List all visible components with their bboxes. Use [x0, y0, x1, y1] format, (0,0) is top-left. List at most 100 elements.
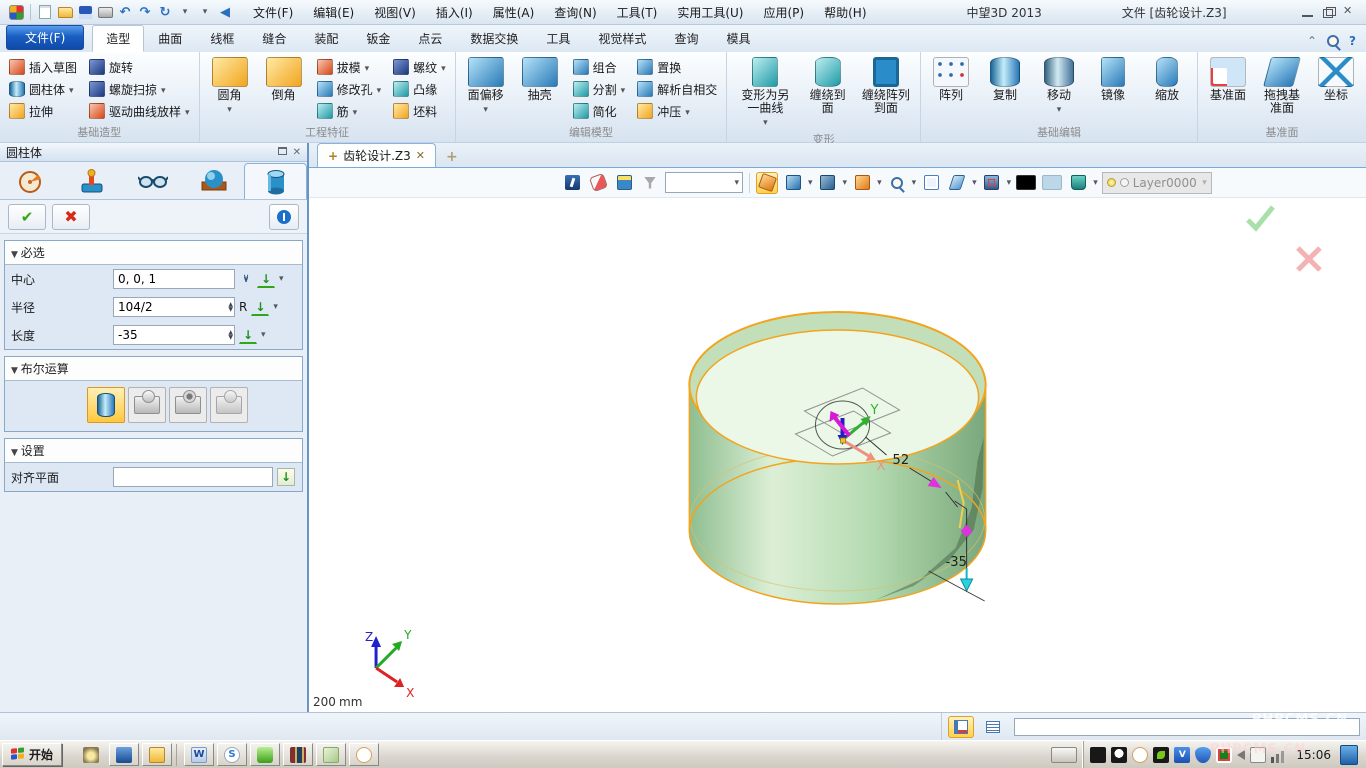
mirror-button[interactable]: 镜像 — [1090, 55, 1136, 123]
tray-qq-icon[interactable] — [1111, 747, 1127, 763]
tab-wireframe[interactable]: 线框 — [196, 25, 248, 52]
move-button[interactable]: 移动 — [1036, 55, 1082, 123]
tab-close-icon[interactable]: ✕ — [416, 149, 425, 162]
move-dropdown[interactable] — [1057, 102, 1062, 115]
length-pick-icon[interactable] — [239, 326, 257, 344]
prompt-panel-button[interactable] — [948, 716, 974, 738]
bool-add-button[interactable] — [128, 387, 166, 423]
bool-intersect-button[interactable] — [210, 387, 248, 423]
archive-task-button[interactable] — [283, 743, 313, 766]
menu-view[interactable]: 视图(V) — [364, 1, 426, 24]
tray-ime-icon[interactable] — [1216, 747, 1232, 763]
modify-hole-dropdown[interactable] — [377, 82, 382, 96]
morph-to-curve-button[interactable]: 变形为另一曲线 — [734, 55, 796, 130]
divide-dropdown[interactable] — [621, 82, 626, 96]
tab-surface[interactable]: 曲面 — [144, 25, 196, 52]
chamfer-button[interactable]: 倒角 — [261, 55, 307, 123]
close-button[interactable] — [1343, 7, 1356, 18]
layer-manager-button[interactable] — [1067, 172, 1089, 194]
view-standard-dropdown[interactable]: ▾ — [808, 178, 813, 188]
morph-dropdown[interactable] — [763, 115, 768, 128]
command-input[interactable] — [1014, 718, 1360, 736]
insert-sketch-button[interactable]: 插入草图 — [7, 59, 79, 76]
menu-inquire[interactable]: 查询(N) — [544, 1, 606, 24]
wrap-to-face-button[interactable]: 缠绕到面 — [805, 55, 851, 130]
spiral-sweep-dropdown[interactable] — [161, 82, 166, 96]
loft-dropdown[interactable] — [185, 104, 190, 118]
rib-button[interactable]: 筋 — [315, 103, 384, 120]
exit-button[interactable] — [561, 172, 583, 194]
highlight-color-button[interactable] — [1041, 172, 1063, 194]
tab-tools[interactable]: 工具 — [532, 25, 584, 52]
collapse-ribbon-icon[interactable]: ⌃ — [1307, 34, 1317, 48]
download-task-button[interactable] — [250, 743, 280, 766]
filter-button[interactable] — [639, 172, 661, 194]
rib-dropdown[interactable] — [353, 104, 358, 118]
menu-attributes[interactable]: 属性(A) — [483, 1, 545, 24]
layer-combobox[interactable]: Layer0000 ▾ — [1102, 172, 1212, 194]
draft-dropdown[interactable] — [365, 60, 370, 74]
tray-shield-icon[interactable] — [1195, 747, 1211, 763]
menu-file[interactable]: 文件(F) — [243, 1, 303, 24]
punch-button[interactable]: 冲压 — [635, 103, 719, 120]
center-input[interactable] — [113, 269, 235, 289]
tab-sew[interactable]: 缝合 — [248, 25, 300, 52]
shade-mode-dropdown[interactable]: ▾ — [843, 178, 848, 188]
power-plug-icon[interactable] — [1250, 747, 1266, 763]
pattern-button[interactable]: 阵列 — [928, 55, 974, 123]
tray-clock[interactable]: 15:06 — [1296, 748, 1331, 762]
shade-mode-button[interactable] — [817, 172, 839, 194]
settings-section-header[interactable]: 设置 — [5, 439, 302, 463]
menu-help[interactable]: 帮助(H) — [814, 1, 876, 24]
tab-mold[interactable]: 模具 — [712, 25, 764, 52]
volume-icon[interactable] — [1237, 750, 1245, 760]
boolean-section-header[interactable]: 布尔运算 — [5, 357, 302, 381]
lip-button[interactable]: 凸缘 — [391, 81, 448, 98]
menu-tools[interactable]: 工具(T) — [607, 1, 668, 24]
radius-pick-icon[interactable] — [251, 298, 269, 316]
menu-edit[interactable]: 编辑(E) — [303, 1, 364, 24]
center-pick-icon[interactable] — [257, 270, 275, 288]
spiral-sweep-button[interactable]: 螺旋扫掠 — [87, 81, 192, 98]
print-icon[interactable] — [96, 3, 114, 21]
tab-sheetmetal[interactable]: 钣金 — [352, 25, 404, 52]
toolbar-options-icon[interactable]: ▾ — [196, 3, 214, 21]
align-view-button[interactable] — [756, 172, 778, 194]
cancel-button[interactable]: ✖ — [52, 204, 90, 230]
menu-utilities[interactable]: 实用工具(U) — [667, 1, 753, 24]
layer-manager-dropdown[interactable]: ▾ — [1093, 178, 1098, 188]
browser-task-button[interactable]: S — [217, 743, 247, 766]
search-icon[interactable] — [1327, 35, 1339, 47]
new-tab-button[interactable]: + — [436, 149, 468, 167]
floating-cancel-icon[interactable] — [1298, 248, 1320, 270]
wireframe-mode-button[interactable] — [851, 172, 873, 194]
align-plane-pick-icon[interactable] — [277, 468, 295, 486]
scale-button[interactable]: 缩放 — [1144, 55, 1190, 123]
divide-button[interactable]: 分割 — [571, 81, 628, 98]
tab-dataexchange[interactable]: 数据交换 — [456, 25, 532, 52]
erase-button[interactable] — [587, 172, 609, 194]
radius-pick-dropdown[interactable]: ▾ — [273, 302, 278, 312]
tab-visualstyle[interactable]: 视觉样式 — [584, 25, 660, 52]
shell-button[interactable]: 抽壳 — [517, 55, 563, 123]
length-spinner[interactable] — [228, 330, 233, 340]
tray-foxmail-icon[interactable] — [1132, 747, 1148, 763]
tab-preview-icon[interactable] — [122, 163, 183, 199]
regen-dropdown-icon[interactable]: ▾ — [176, 3, 194, 21]
screenshot-tool-button[interactable] — [76, 743, 106, 766]
length-pick-dropdown[interactable]: ▾ — [261, 330, 266, 340]
menu-applications[interactable]: 应用(P) — [754, 1, 815, 24]
tab-cylinder-icon[interactable] — [244, 163, 307, 199]
show-target-button[interactable] — [613, 172, 635, 194]
face-offset-dropdown[interactable] — [483, 102, 488, 115]
explorer-task-button[interactable] — [142, 743, 172, 766]
section-view-button[interactable] — [946, 172, 968, 194]
modify-hole-button[interactable]: 修改孔 — [315, 81, 384, 98]
foxmail-task-button[interactable] — [349, 743, 379, 766]
start-button[interactable]: 开始 — [2, 743, 62, 766]
zoom-extents-button[interactable] — [920, 172, 942, 194]
view-standard-button[interactable] — [782, 172, 804, 194]
filter-combobox[interactable]: ▾ — [665, 172, 743, 193]
section-view-dropdown[interactable]: ▾ — [972, 178, 977, 188]
thread-button[interactable]: 螺纹 — [391, 59, 448, 76]
